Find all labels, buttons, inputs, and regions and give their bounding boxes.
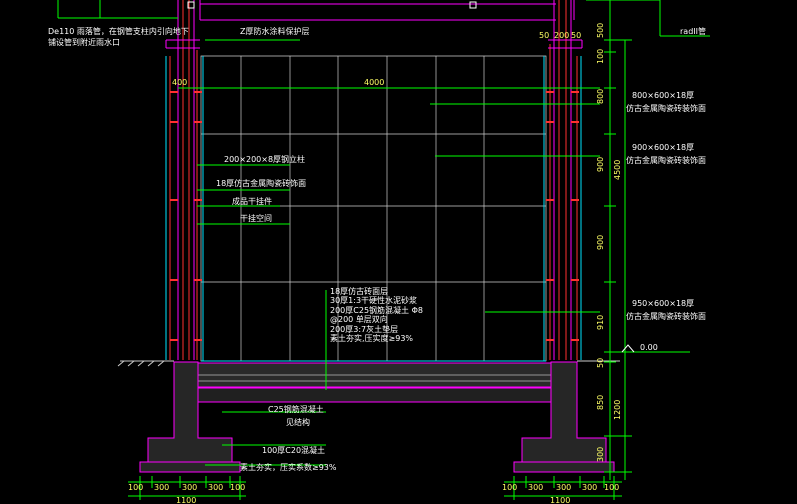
- bottom-left-dim-1: 100: [128, 483, 143, 492]
- tile-1-size: 800×600×18厚: [632, 91, 694, 100]
- right-top-label: radII管: [680, 26, 706, 36]
- vdim-910: 910: [596, 315, 605, 330]
- vdim-900a: 900: [596, 157, 605, 172]
- floor-layer-6: 素土夯实,压实度≥93%: [330, 333, 413, 343]
- tile-2-size: 900×600×18厚: [632, 143, 694, 152]
- dim-right-200: 200: [554, 31, 569, 40]
- vdim-1200: 1200: [613, 400, 622, 420]
- floor-layer-2: 30厚1:3干硬性水泥砂浆: [330, 295, 417, 305]
- vdim-300: 300: [596, 447, 605, 462]
- dim-right-50: 50: [539, 31, 549, 40]
- floor-layer-5: 200厚3:7灰土垫层: [330, 324, 398, 334]
- drain-note-1: De110 雨落管，在钢管支柱内引向地下: [48, 26, 189, 36]
- vdim-100: 100: [596, 49, 605, 64]
- vdim-900b: 900: [596, 235, 605, 250]
- dry-gap-label: 干挂空间: [240, 213, 272, 223]
- ceramic-face-label: 18厚仿古金属陶瓷砖饰面: [216, 178, 306, 188]
- tile-2-name: 仿古金属陶瓷砖装饰面: [626, 155, 706, 165]
- dry-hang-label: 成品干挂件: [232, 196, 272, 206]
- vdim-500: 500: [596, 23, 605, 38]
- drain-note-2: 铺设管到附近雨水口: [48, 37, 120, 47]
- floor-layer-3: 200厚C25钢筋混凝土 Φ8: [330, 305, 423, 315]
- vdim-50: 50: [596, 358, 605, 368]
- dim-width-4000: 4000: [364, 78, 384, 87]
- dim-right-50b: 50: [571, 31, 581, 40]
- bottom-left-dim-5: 100: [230, 483, 245, 492]
- bottom-left-dim-2: 300: [154, 483, 169, 492]
- c20-label: 100厚C20混凝土: [262, 445, 325, 455]
- c25-sub-label: 见结构: [286, 417, 310, 427]
- floor-slab: [197, 362, 552, 403]
- cad-section-drawing: De110 雨落管，在钢管支柱内引向地下 铺设管到附近雨水口 Z厚防水涂料保护层…: [48, 0, 710, 504]
- right-wall: [548, 0, 583, 360]
- bottom-left-dim-3: 300: [182, 483, 197, 492]
- bottom-right-dim-1: 100: [502, 483, 517, 492]
- bottom-right-dim-5: 100: [604, 483, 619, 492]
- tile-1-name: 仿古金属陶瓷砖装饰面: [626, 103, 706, 113]
- soil-label: 素土夯实，压实系数≥93%: [240, 462, 337, 472]
- bottom-right-dim-3: 300: [556, 483, 571, 492]
- tile-3-name: 仿古金属陶瓷砖装饰面: [626, 311, 706, 321]
- dim-left-400: 400: [172, 78, 187, 87]
- top-hooks: [187, 1, 477, 9]
- vdim-4500: 4500: [613, 160, 622, 180]
- bottom-dims: [128, 476, 622, 500]
- vdim-850: 850: [596, 395, 605, 410]
- text-labels: De110 雨落管，在钢管支柱内引向地下 铺设管到附近雨水口 Z厚防水涂料保护层…: [48, 23, 706, 504]
- steel-tube-label: 200×200×8厚钢立柱: [224, 154, 305, 164]
- bottom-right-dim-2: 300: [528, 483, 543, 492]
- bottom-left-total: 1100: [176, 496, 196, 504]
- right-hangers: [546, 91, 579, 341]
- bottom-right-dim-4: 300: [582, 483, 597, 492]
- floor-layer-4: @200 单层双向: [330, 314, 388, 324]
- top-finish-label: Z厚防水涂料保护层: [240, 26, 309, 36]
- c25-label: C25钢筋混凝土: [268, 404, 324, 414]
- bottom-right-total: 1100: [550, 496, 570, 504]
- bottom-left-dim-4: 300: [208, 483, 223, 492]
- vdim-800: 800: [596, 89, 605, 104]
- floor-layer-1: 18厚仿古砖面层: [330, 286, 388, 296]
- level-marker: [621, 344, 635, 353]
- level-mark: 0.00: [640, 343, 658, 352]
- tile-3-size: 950×600×18厚: [632, 299, 694, 308]
